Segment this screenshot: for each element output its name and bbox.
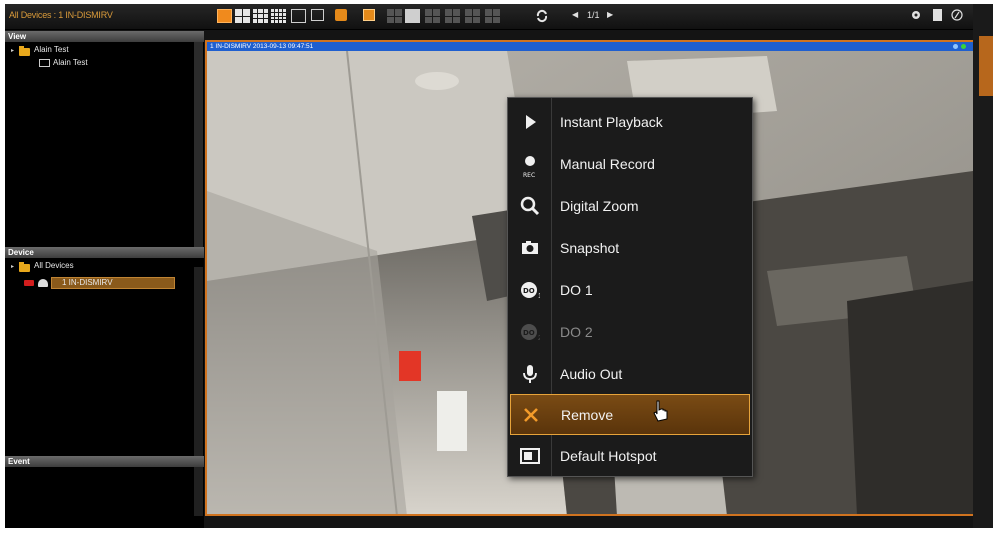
sequence-2-icon[interactable] [405, 9, 420, 23]
layout-2x2-icon[interactable] [235, 9, 250, 23]
device-item-selected[interactable]: 1 IN-DISMIRV [51, 277, 175, 289]
menu-item-manual-record[interactable]: REC Manual Record [508, 144, 752, 185]
layout-4x4-icon[interactable] [271, 9, 286, 23]
layout-custom-icon[interactable] [291, 9, 306, 23]
hotspot-icon [520, 448, 540, 464]
view-icon [39, 59, 50, 67]
nvr-client-window: All Devices : 1 IN-DISMIRV ◀ 1/1 ▶ View … [5, 4, 978, 528]
record-icon-text: REC [523, 172, 536, 179]
event-section-header[interactable]: Event [5, 456, 204, 467]
menu-item-label: Default Hotspot [560, 448, 657, 464]
sequence-6-icon[interactable] [485, 9, 500, 23]
top-toolbar: All Devices : 1 IN-DISMIRV ◀ 1/1 ▶ [5, 4, 978, 30]
menu-item-default-hotspot[interactable]: Default Hotspot [508, 436, 752, 477]
settings-gear-icon[interactable] [910, 9, 922, 21]
camera-device-icon [38, 279, 48, 287]
device-group-all-devices[interactable]: All Devices [34, 261, 74, 270]
sequence-1-icon[interactable] [387, 9, 402, 23]
snapshot-toolbar-icon[interactable] [335, 9, 347, 21]
close-x-icon [524, 408, 538, 422]
microphone-icon [523, 365, 537, 383]
page-indicator: 1/1 [587, 10, 600, 20]
view-group-alain-test[interactable]: Alain Test [34, 45, 69, 54]
window-title: All Devices : 1 IN-DISMIRV [9, 10, 113, 20]
rec-status-icon [24, 280, 34, 286]
layout-3x3-icon[interactable] [253, 9, 268, 23]
menu-item-remove[interactable]: Remove [510, 394, 750, 435]
menu-item-label: DO 1 [560, 282, 593, 298]
device-scrollbar[interactable] [194, 267, 203, 516]
status-dot-blue-icon [953, 44, 958, 49]
svg-text:2: 2 [538, 335, 540, 342]
expand-arrow-icon[interactable]: ▸ [11, 47, 14, 54]
do1-icon-text: DO [523, 287, 535, 295]
menu-item-label: Audio Out [560, 366, 623, 382]
menu-item-label: Snapshot [560, 240, 620, 256]
single-view-icon[interactable] [217, 9, 232, 23]
play-icon [526, 115, 536, 129]
hand-cursor-icon [653, 400, 668, 422]
view-item-alain-test[interactable]: Alain Test [53, 58, 88, 67]
context-menu: Instant Playback REC Manual Record Digit… [507, 97, 753, 477]
side-tab-orange[interactable] [979, 36, 993, 96]
menu-item-label: Manual Record [560, 156, 655, 172]
page-next-icon[interactable]: ▶ [607, 10, 613, 19]
do2-icon-text: DO [523, 329, 535, 337]
device-item-label: 1 IN-DISMIRV [62, 278, 113, 287]
help-icon[interactable] [951, 9, 963, 21]
menu-item-label: Instant Playback [560, 114, 663, 130]
layout-windows-icon[interactable] [311, 9, 324, 21]
right-side-panel [973, 4, 993, 528]
device-section-header[interactable]: Device [5, 247, 204, 258]
page-prev-icon[interactable]: ◀ [572, 10, 578, 19]
sequence-5-icon[interactable] [465, 9, 480, 23]
view-scrollbar[interactable] [194, 42, 203, 256]
view-section-header[interactable]: View [5, 31, 204, 42]
sequence-4-icon[interactable] [445, 9, 460, 23]
video-title-bar: 1 IN-DISMIRV 2013-09-13 09:47:51 [207, 42, 973, 51]
menu-item-label: DO 2 [560, 324, 593, 340]
menu-item-instant-playback[interactable]: Instant Playback [508, 102, 752, 143]
svg-text:1: 1 [538, 293, 540, 300]
folder-icon [19, 46, 30, 56]
camera-icon [522, 241, 538, 254]
menu-item-digital-zoom[interactable]: Digital Zoom [508, 186, 752, 227]
folder-icon [19, 262, 30, 272]
cycle-icon[interactable] [535, 9, 549, 23]
menu-item-do2[interactable]: 2 DO DO 2 [508, 312, 752, 353]
menu-item-label: Digital Zoom [560, 198, 639, 214]
sequence-3-icon[interactable] [425, 9, 440, 23]
record-icon [525, 156, 535, 166]
video-caption: 1 IN-DISMIRV 2013-09-13 09:47:51 [210, 43, 314, 50]
menu-item-audio-out[interactable]: Audio Out [508, 354, 752, 395]
menu-item-snapshot[interactable]: Snapshot [508, 228, 752, 269]
menu-item-do1[interactable]: 1 DO DO 1 [508, 270, 752, 311]
left-panel: View ▸ Alain Test Alain Test Device ▸ Al… [5, 31, 204, 528]
expand-arrow-icon[interactable]: ▸ [11, 263, 14, 270]
document-icon[interactable] [933, 9, 942, 21]
magnifier-icon [520, 196, 540, 216]
status-dot-green-icon [961, 44, 966, 49]
record-toolbar-icon[interactable] [363, 9, 375, 21]
menu-item-label: Remove [561, 407, 614, 423]
